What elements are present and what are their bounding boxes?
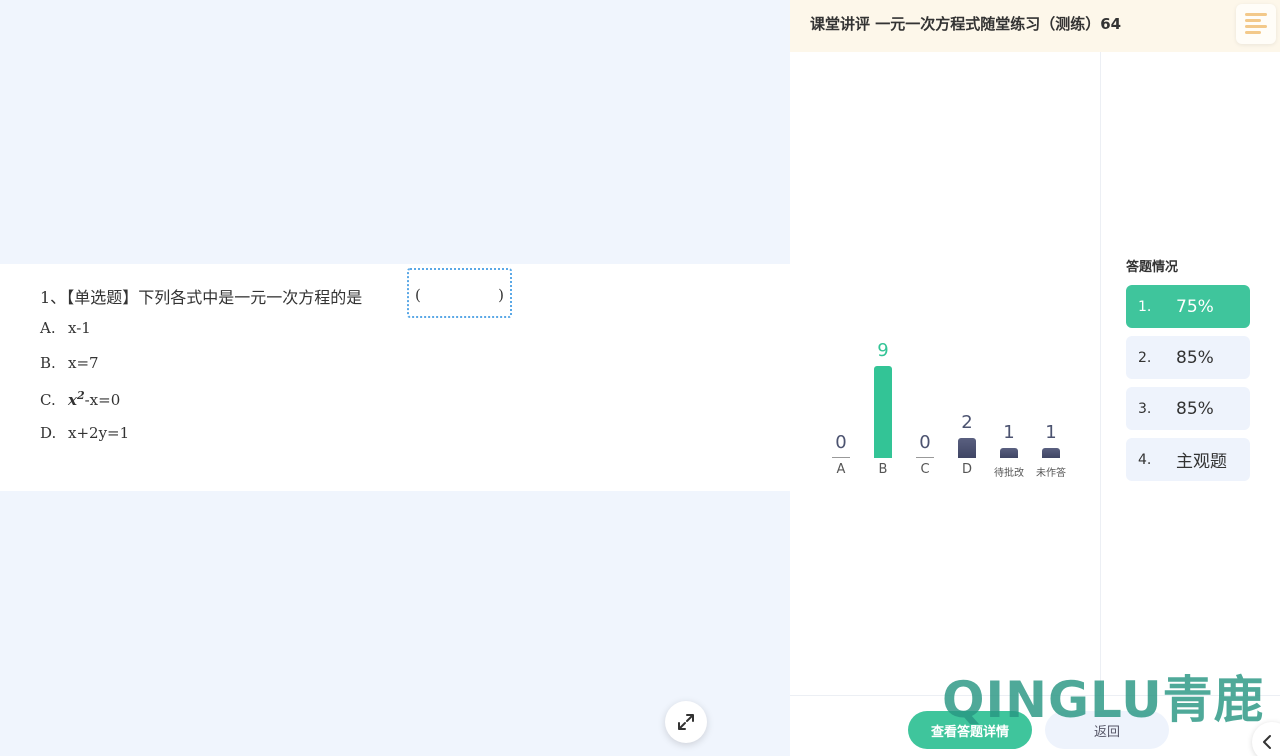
option-letter: B.	[40, 354, 56, 372]
option-letter: D.	[40, 424, 57, 442]
chart-category-label: C	[920, 462, 930, 477]
menu-line	[1245, 13, 1267, 16]
chart-bar	[874, 366, 892, 458]
answer-blank[interactable]: ( )	[407, 268, 512, 318]
option-text: x-1	[68, 319, 91, 337]
option-sup: 2	[76, 389, 85, 402]
expand-icon	[678, 714, 694, 730]
option-c: C. x2-x=0	[40, 389, 120, 409]
review-panel: 课堂讲评 一元一次方程式随堂练习（测练）64 0 A 9 B 0 C 2 D 1 待批改 1 未作答 …	[790, 0, 1280, 756]
status-item-1[interactable]: 1. 75%	[1126, 285, 1250, 328]
chart-value-label: 9	[877, 340, 889, 361]
menu-line	[1245, 31, 1261, 34]
question-card: 1、【单选题】下列各式中是一元一次方程的是 ( ) A. x-1 B. x=7 C.…	[0, 264, 790, 491]
chart-baseline	[832, 457, 850, 458]
option-b: B. x=7	[40, 354, 99, 372]
watermark-logo: QINGLU青鹿	[942, 671, 1265, 729]
chart-category-label: B	[878, 462, 888, 477]
option-text: x=7	[68, 354, 99, 372]
option-letter: C.	[40, 391, 56, 409]
question-number: 1、	[40, 288, 67, 307]
chart-bar	[958, 437, 976, 458]
status-num: 1.	[1138, 298, 1152, 315]
status-num: 2.	[1138, 349, 1152, 366]
fullscreen-button[interactable]	[665, 701, 707, 743]
option-a: A. x-1	[40, 319, 91, 337]
chart-value-label: 2	[961, 411, 973, 433]
status-num: 3.	[1138, 400, 1152, 417]
status-title: 答题情况	[1126, 260, 1179, 275]
question-type: 【单选题】	[66, 288, 139, 307]
option-base: x	[68, 391, 77, 409]
menu-line	[1245, 19, 1261, 22]
status-item-4[interactable]: 4. 主观题	[1126, 438, 1250, 481]
header: 课堂讲评 一元一次方程式随堂练习（测练）64	[790, 0, 1280, 52]
page-title: 课堂讲评 一元一次方程式随堂练习（测练）64	[810, 15, 1122, 33]
status-num: 4.	[1138, 451, 1152, 468]
chart-category-label: 待批改	[994, 468, 1024, 479]
option-d: D. x+2y=1	[40, 424, 129, 442]
status-item-3[interactable]: 3. 85%	[1126, 387, 1250, 430]
divider	[1100, 52, 1101, 695]
status-item-2[interactable]: 2. 85%	[1126, 336, 1250, 379]
chart-value-label: 0	[835, 432, 847, 453]
status-value: 75%	[1176, 296, 1214, 317]
chart-bar	[1000, 447, 1018, 458]
chart-category-label: A	[836, 462, 846, 477]
paren-left: (	[415, 286, 421, 304]
option-letter: A.	[40, 319, 56, 337]
chart-category-label: 未作答	[1036, 468, 1066, 479]
menu-button[interactable]	[1236, 4, 1276, 44]
answer-distribution-chart: 0 A 9 B 0 C 2 D 1 待批改 1 未作答	[820, 330, 1090, 490]
chart-bar	[1042, 447, 1060, 458]
status-value: 主观题	[1176, 452, 1227, 472]
question-text: 下列各式中是一元一次方程的是	[138, 288, 363, 307]
chart-value-label: 1	[1045, 421, 1057, 443]
chart-value-label: 1	[1003, 421, 1015, 443]
menu-line	[1245, 25, 1267, 28]
question-panel: 1、【单选题】下列各式中是一元一次方程的是 ( ) A. x-1 B. x=7 C.…	[0, 0, 790, 756]
option-text: -x=0	[84, 391, 121, 409]
question-stem: 1、【单选题】下列各式中是一元一次方程的是	[40, 284, 362, 308]
status-value: 85%	[1176, 398, 1214, 419]
paren-right: )	[498, 286, 504, 304]
status-value: 85%	[1176, 347, 1214, 368]
chart-baseline	[916, 457, 934, 458]
chart-value-label: 0	[919, 432, 931, 453]
chart-category-label: D	[961, 462, 972, 477]
option-text: x+2y=1	[68, 424, 130, 442]
